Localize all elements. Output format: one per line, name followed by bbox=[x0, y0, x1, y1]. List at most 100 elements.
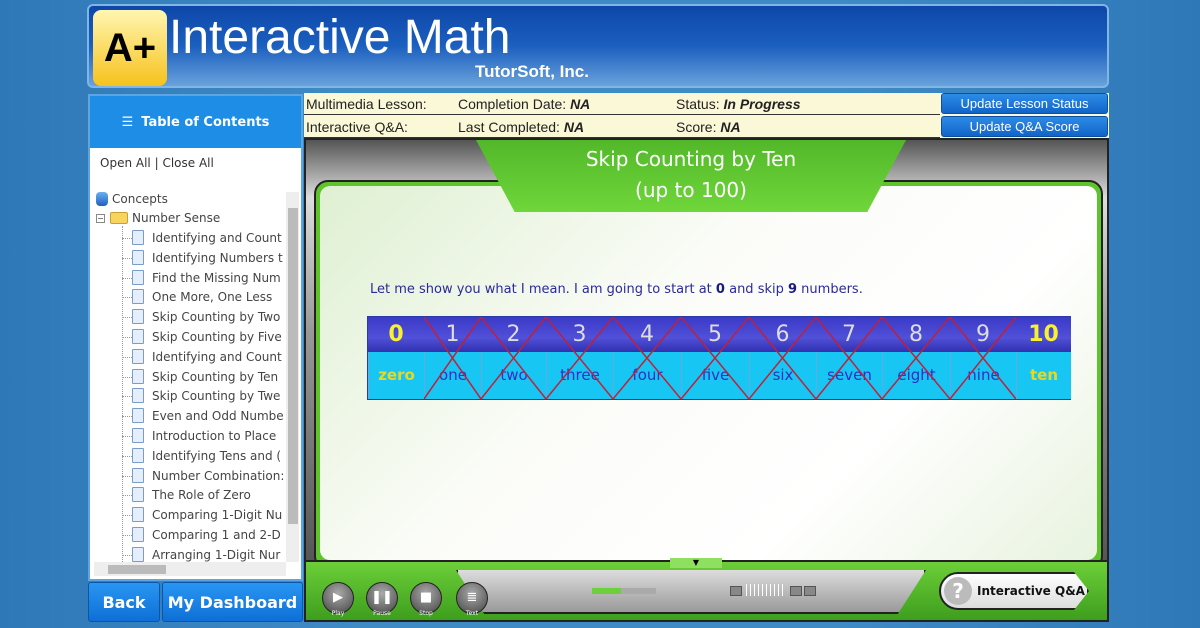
document-icon bbox=[132, 230, 144, 245]
number-word: zero bbox=[368, 352, 424, 399]
title-line-2: (up to 100) bbox=[635, 178, 747, 202]
document-icon bbox=[132, 368, 144, 384]
lesson-message: Let me show you what I mean. I am going … bbox=[370, 282, 863, 297]
tree-line bbox=[122, 297, 132, 299]
tree-line bbox=[122, 376, 132, 378]
tree-item[interactable]: Identifying Numbers t bbox=[152, 248, 283, 268]
tree-item[interactable]: One More, One Less bbox=[152, 287, 272, 307]
tree-item[interactable]: Arranging 1-Digit Nur bbox=[152, 545, 280, 562]
document-icon bbox=[132, 269, 144, 285]
close-all-link[interactable]: Close All bbox=[162, 156, 213, 170]
tree-item[interactable]: Identifying Tens and ( bbox=[152, 446, 281, 466]
qa-label: Interactive Q&A: bbox=[306, 119, 408, 135]
speaker-icon[interactable] bbox=[804, 586, 816, 596]
logo: A+ bbox=[93, 10, 167, 86]
last-completed-value: NA bbox=[563, 119, 585, 135]
document-icon bbox=[132, 388, 144, 404]
lesson-info-bar: Multimedia Lesson: Completion Date: NA S… bbox=[304, 93, 1109, 138]
control-trough bbox=[456, 570, 926, 614]
question-icon: ? bbox=[944, 577, 972, 605]
completion-value: NA bbox=[570, 96, 591, 112]
volume-up-icon[interactable] bbox=[790, 586, 802, 596]
update-qa-score-button[interactable]: Update Q&A Score bbox=[941, 116, 1108, 137]
document-icon bbox=[132, 467, 144, 483]
tree-line bbox=[122, 396, 132, 398]
cross-out-mark bbox=[424, 317, 481, 399]
app-title: Interactive Math bbox=[169, 11, 511, 64]
document-icon bbox=[132, 527, 144, 542]
tree-line bbox=[122, 416, 132, 418]
tree-item[interactable]: Comparing 1-Digit Nu bbox=[152, 505, 282, 525]
cross-out-mark bbox=[481, 317, 546, 399]
tree-line bbox=[122, 356, 132, 358]
dashboard-button[interactable]: My Dashboard bbox=[162, 582, 303, 622]
separator: | bbox=[154, 156, 159, 170]
score-value: NA bbox=[720, 119, 741, 135]
tree-item[interactable]: Identifying and Count bbox=[152, 347, 282, 367]
tree-item[interactable]: Number Combination: bbox=[152, 466, 284, 486]
tree-line bbox=[122, 554, 132, 556]
cross-out-mark bbox=[546, 317, 613, 399]
back-button[interactable]: Back bbox=[88, 582, 160, 622]
qa-button-label: Interactive Q&A bbox=[977, 584, 1085, 598]
vertical-scrollbar-thumb[interactable] bbox=[288, 208, 298, 524]
volume-down-icon[interactable] bbox=[730, 586, 742, 596]
tree-item[interactable]: Comparing 1 and 2-D bbox=[152, 525, 281, 545]
tree-line bbox=[122, 495, 132, 497]
open-all-link[interactable]: Open All bbox=[100, 156, 151, 170]
document-icon bbox=[132, 408, 144, 424]
number-cell: 7 seven bbox=[816, 317, 882, 399]
interactive-qa-button[interactable]: ? Interactive Q&A bbox=[939, 572, 1089, 610]
tree-line bbox=[122, 515, 132, 517]
number: 10 bbox=[1016, 317, 1071, 352]
tree-item[interactable]: Skip Counting by Two bbox=[152, 307, 280, 327]
status-value: In Progress bbox=[723, 96, 801, 112]
document-icon bbox=[132, 348, 144, 364]
document-icon bbox=[132, 546, 144, 562]
company-name: TutorSoft, Inc. bbox=[475, 62, 589, 81]
tree-item[interactable]: Even and Odd Numbe bbox=[152, 406, 284, 426]
number-cell: 8 eight bbox=[882, 317, 950, 399]
collapse-arrow-icon[interactable]: ▼ bbox=[670, 558, 722, 568]
number-cell: 6 six bbox=[749, 317, 816, 399]
computer-icon bbox=[96, 192, 108, 206]
tree-item[interactable]: Introduction to Place bbox=[152, 426, 276, 446]
lesson-panel: Let me show you what I mean. I am going … bbox=[320, 186, 1097, 560]
document-icon bbox=[132, 507, 144, 523]
pause-label: Pause bbox=[373, 610, 391, 617]
tree-item[interactable]: Find the Missing Num bbox=[152, 268, 281, 288]
tree-line bbox=[122, 317, 132, 319]
progress-slider[interactable] bbox=[592, 588, 656, 594]
update-lesson-status-button[interactable]: Update Lesson Status bbox=[941, 93, 1108, 114]
tree-item[interactable]: Skip Counting by Ten bbox=[152, 367, 278, 387]
horizontal-scrollbar-thumb[interactable] bbox=[108, 565, 166, 574]
number-cell: 5 five bbox=[681, 317, 749, 399]
tree-item[interactable]: Skip Counting by Twe bbox=[152, 386, 280, 406]
tree-item[interactable]: Identifying and Count bbox=[152, 228, 282, 248]
cross-out-mark bbox=[816, 317, 882, 399]
tree-item[interactable]: The Role of Zero bbox=[152, 485, 251, 505]
document-icon bbox=[132, 428, 144, 443]
status-label: Status: bbox=[676, 96, 720, 112]
tree-folder[interactable]: Number Sense bbox=[132, 208, 220, 228]
cross-out-mark bbox=[950, 317, 1016, 399]
tree-root[interactable]: Concepts bbox=[112, 192, 168, 209]
completion-label: Completion Date: bbox=[458, 96, 567, 112]
tree-line bbox=[122, 535, 132, 536]
document-icon bbox=[132, 447, 144, 463]
collapse-icon[interactable]: − bbox=[96, 214, 105, 223]
volume-level[interactable] bbox=[746, 584, 786, 596]
table-of-contents-header[interactable]: ☰ Table of Contents bbox=[90, 96, 301, 148]
number-cell: 1 one bbox=[424, 317, 481, 399]
number-cell: 3 three bbox=[546, 317, 613, 399]
number-cell: 10 ten bbox=[1016, 317, 1071, 399]
number-word: ten bbox=[1016, 352, 1071, 399]
score-label: Score: bbox=[676, 119, 717, 135]
tree-item[interactable]: Skip Counting by Five bbox=[152, 327, 282, 347]
lesson-title: Skip Counting by Ten (up to 100) bbox=[476, 140, 906, 212]
cross-out-mark bbox=[613, 317, 681, 399]
document-icon bbox=[132, 249, 144, 265]
cross-out-mark bbox=[681, 317, 749, 399]
cross-out-mark bbox=[749, 317, 816, 399]
tree-line bbox=[122, 257, 132, 259]
